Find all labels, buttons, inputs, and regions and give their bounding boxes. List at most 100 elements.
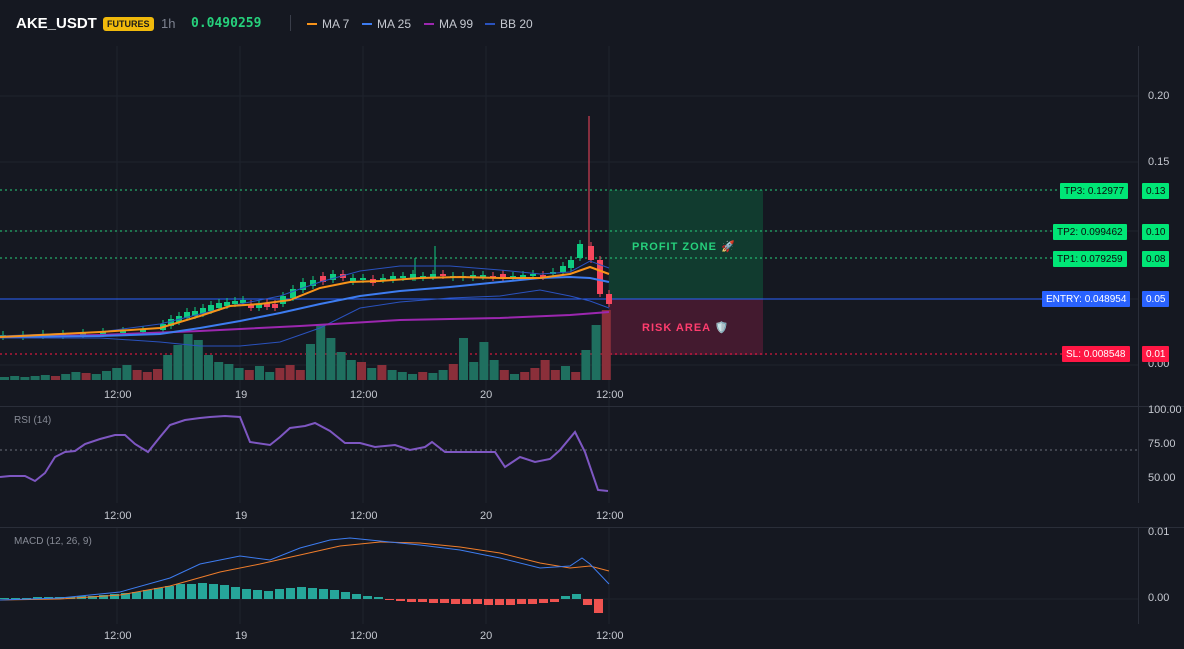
macd-hist-bar [429,599,438,603]
legend-bb20[interactable]: BB 20 [485,17,533,31]
macd-hist-bar [583,599,592,605]
symbol-name[interactable]: AKE_USDT [16,15,97,32]
entry-axis-tag: 0.05 [1142,291,1170,307]
macd-hist-bar [352,594,361,599]
candle-body [577,244,583,258]
macd-hist-bar [187,584,196,599]
main-price-pane[interactable] [0,46,1138,406]
volume-bar [408,374,417,380]
volume-bar [499,370,509,380]
volume-bar [295,370,305,380]
rsi-line [0,414,609,492]
tp1-axis-tag: 0.08 [1142,251,1170,267]
volume-bar [530,368,540,380]
x-tick: 19 [235,630,248,642]
chart-header: AKE_USDT FUTURES 1h 0.0490259 MA 7 MA 25… [0,0,1184,46]
volume-bar [377,365,387,380]
volume-bar [255,366,264,380]
macd-hist-bar [462,599,471,604]
x-tick: 19 [235,510,248,522]
x-tick: 12:00 [596,510,624,522]
macd-hist-bar [308,588,317,599]
macd-histogram [0,583,603,613]
x-tick: 20 [480,389,493,401]
macd-hist-bar [231,587,240,599]
legend-ma7[interactable]: MA 7 [307,17,349,31]
macd-hist-bar [176,584,185,599]
volume-bar [418,372,428,380]
macd-y-tick: 0.00 [1148,592,1170,604]
profit-zone-label: PROFIT ZONE 🚀 [632,241,736,253]
ma7-label: MA 7 [322,17,350,31]
candle-body [568,260,574,268]
candle-body [140,330,146,332]
y-tick: 0.20 [1148,90,1170,102]
volume-bar [81,373,91,380]
macd-hist-bar [418,599,427,602]
volume-bar [448,364,458,380]
macd-hist-bar [253,590,262,599]
volume-bar [367,368,377,380]
volume-bar [387,370,397,380]
volume-bar [438,370,448,380]
macd-hist-bar [506,599,515,605]
sl-tag: SL: 0.008548 [1062,346,1130,362]
macd-axis[interactable] [1138,528,1184,624]
macd-hist-bar [407,599,416,602]
x-tick: 12:00 [104,510,132,522]
volume-bar [510,374,519,380]
sl-axis-tag: 0.01 [1142,346,1170,362]
macd-hist-bar [220,585,229,599]
volume-bar [581,350,591,380]
x-tick: 12:00 [596,630,624,642]
y-tick: 0.15 [1148,156,1170,168]
candle-body [232,301,238,304]
macd-hist-bar [165,586,174,599]
volume-bar [244,370,254,380]
rsi-label: RSI (14) [14,415,52,426]
candle-body [606,294,612,304]
macd-hist-bar [495,599,504,605]
volume-bar [91,374,101,380]
tp2-tag: TP2: 0.099462 [1053,224,1127,240]
volume-bar [357,362,366,380]
volume-bar [163,355,173,380]
candle-body [360,278,366,280]
volume-bar [316,325,326,380]
macd-hist-bar [517,599,526,604]
volume-bar [214,362,224,380]
macd-hist-bar [363,596,372,599]
x-tick: 20 [480,630,493,642]
macd-y-tick: 0.01 [1148,526,1170,538]
entry-tag: ENTRY: 0.048954 [1042,291,1131,307]
macd-hist-bar [330,590,339,599]
macd-hist-bar [198,583,207,599]
legend-ma99[interactable]: MA 99 [424,17,473,31]
volume-bar [601,310,611,380]
candle-body [272,304,278,308]
volume-bar [132,370,142,380]
volume-bar [285,365,295,380]
tp2-axis-tag: 0.10 [1142,224,1170,240]
candle-body [216,303,222,308]
macd-hist-bar [11,598,20,599]
volume-bar [306,344,315,380]
rsi-pane[interactable] [0,407,1138,503]
volume-bar [40,375,50,380]
header-divider [290,15,291,31]
rsi-axis[interactable] [1138,407,1184,503]
volume-bar [489,360,499,380]
volume-bar [61,374,71,380]
volume-bar [265,372,275,380]
candle-body [208,305,214,311]
volume-bar [102,371,111,380]
timeframe-label[interactable]: 1h [161,16,175,31]
ma99-label: MA 99 [439,17,474,31]
ma25-label: MA 25 [377,17,412,31]
legend-ma25[interactable]: MA 25 [362,17,411,31]
candle-body [530,274,536,276]
macd-hist-bar [286,588,295,599]
volume-bar [71,372,81,380]
volume-bar [397,372,407,380]
macd-pane[interactable] [0,528,1138,624]
